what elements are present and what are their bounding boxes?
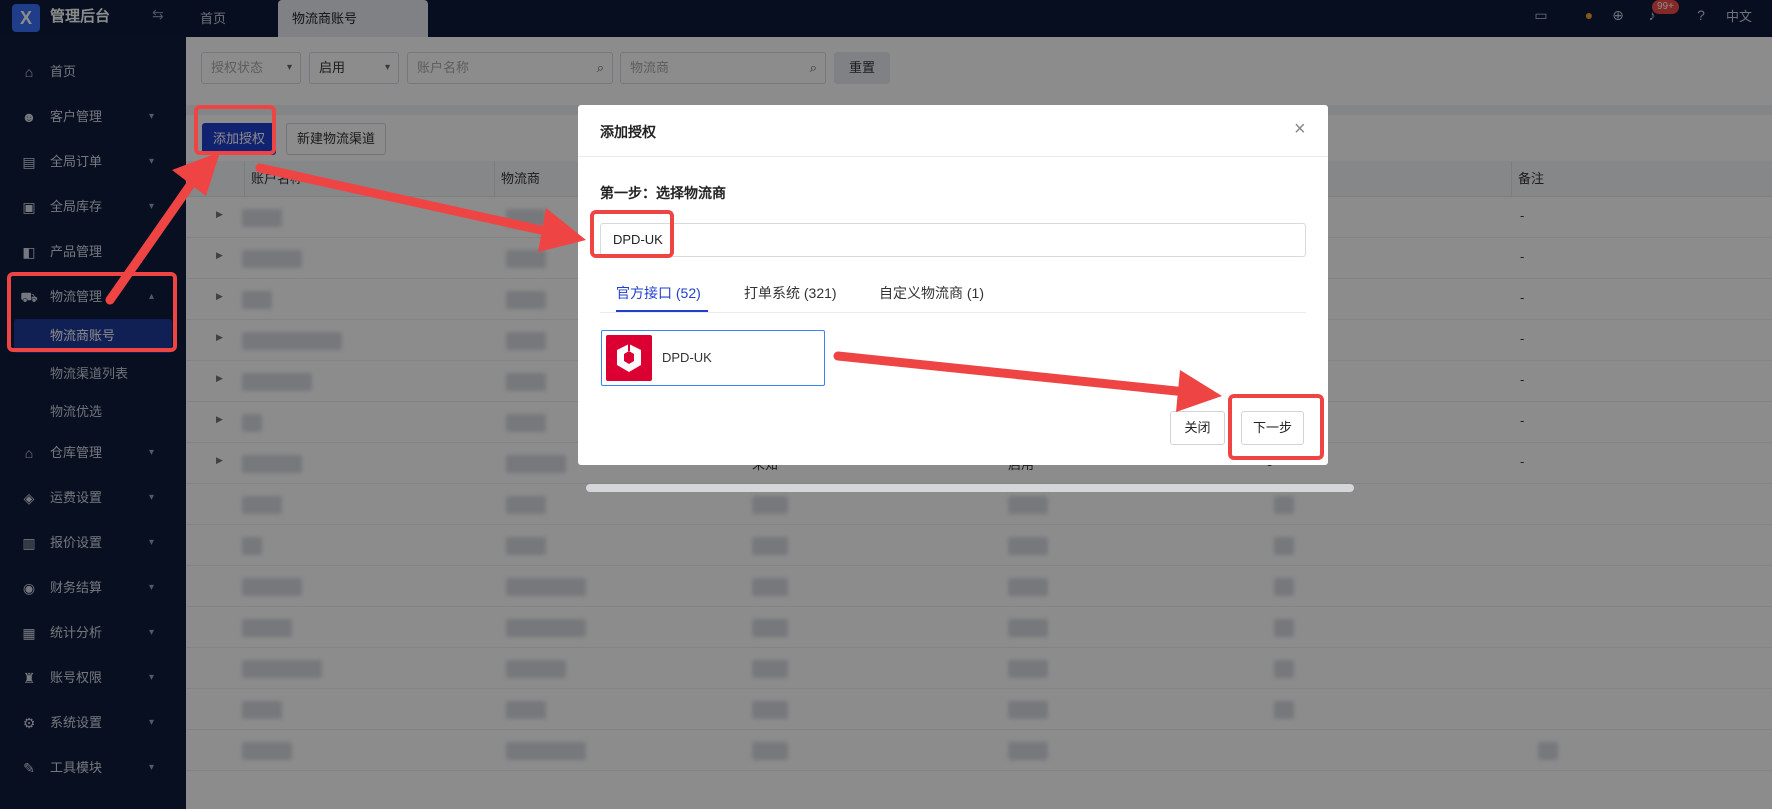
annotation-arrows — [105, 152, 1222, 412]
